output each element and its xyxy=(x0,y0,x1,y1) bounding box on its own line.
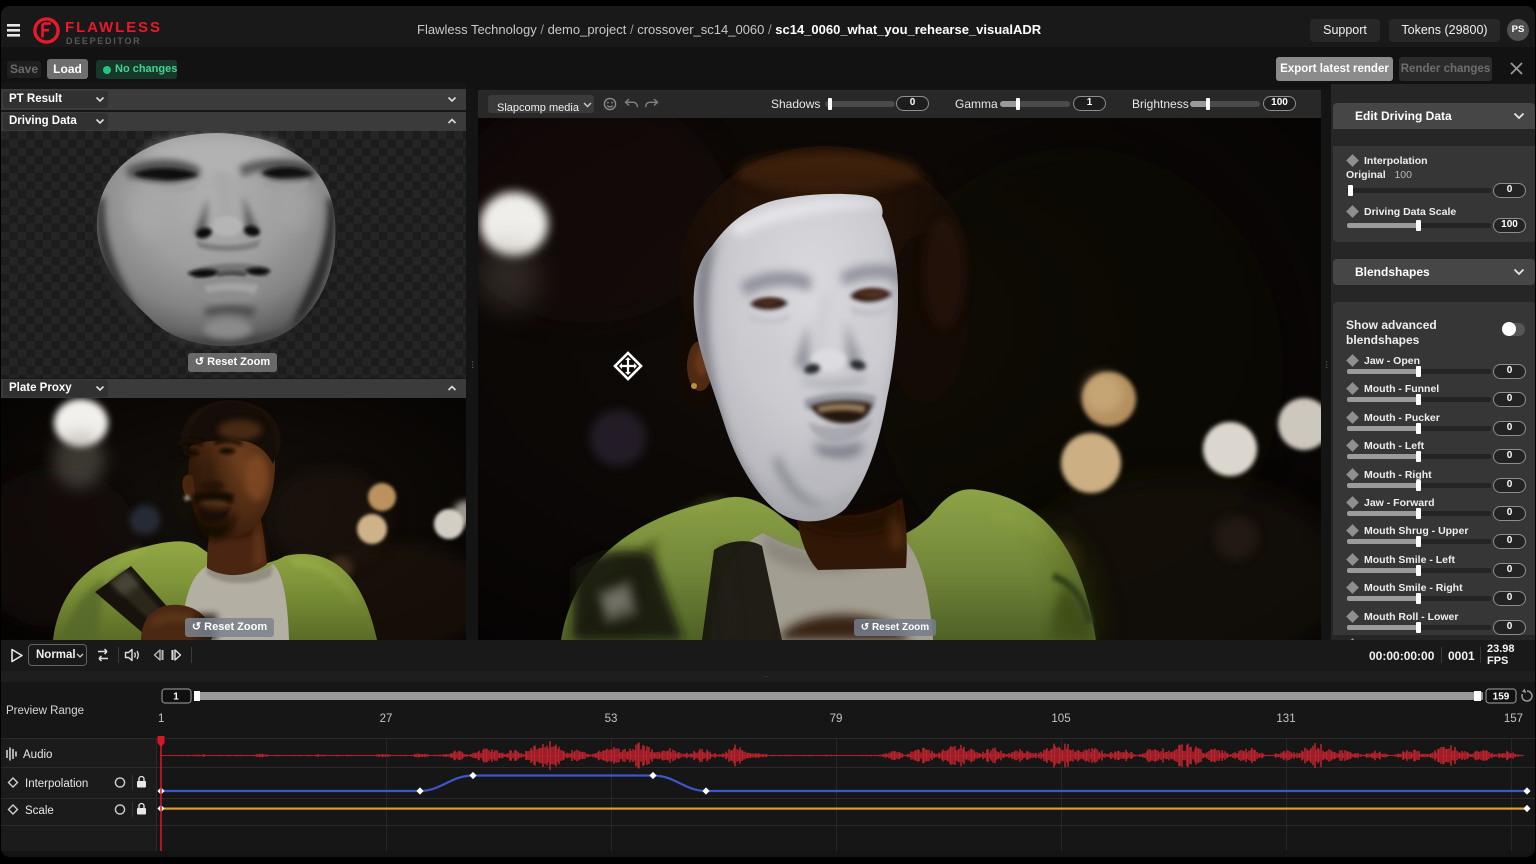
svg-text:53: 53 xyxy=(605,713,618,725)
svg-text:131: 131 xyxy=(1276,713,1295,725)
svg-text:79: 79 xyxy=(830,713,843,725)
svg-text:Audio: Audio xyxy=(23,749,52,761)
svg-text:105: 105 xyxy=(1051,713,1070,725)
svg-text:Preview Range: Preview Range xyxy=(6,705,84,717)
svg-text:159: 159 xyxy=(1493,692,1510,703)
svg-text:Interpolation: Interpolation xyxy=(25,778,88,790)
svg-text:Scale: Scale xyxy=(25,805,54,817)
svg-text:27: 27 xyxy=(380,713,393,725)
svg-text:157: 157 xyxy=(1504,713,1523,725)
svg-text:1: 1 xyxy=(158,713,164,725)
svg-text:1: 1 xyxy=(173,692,179,703)
